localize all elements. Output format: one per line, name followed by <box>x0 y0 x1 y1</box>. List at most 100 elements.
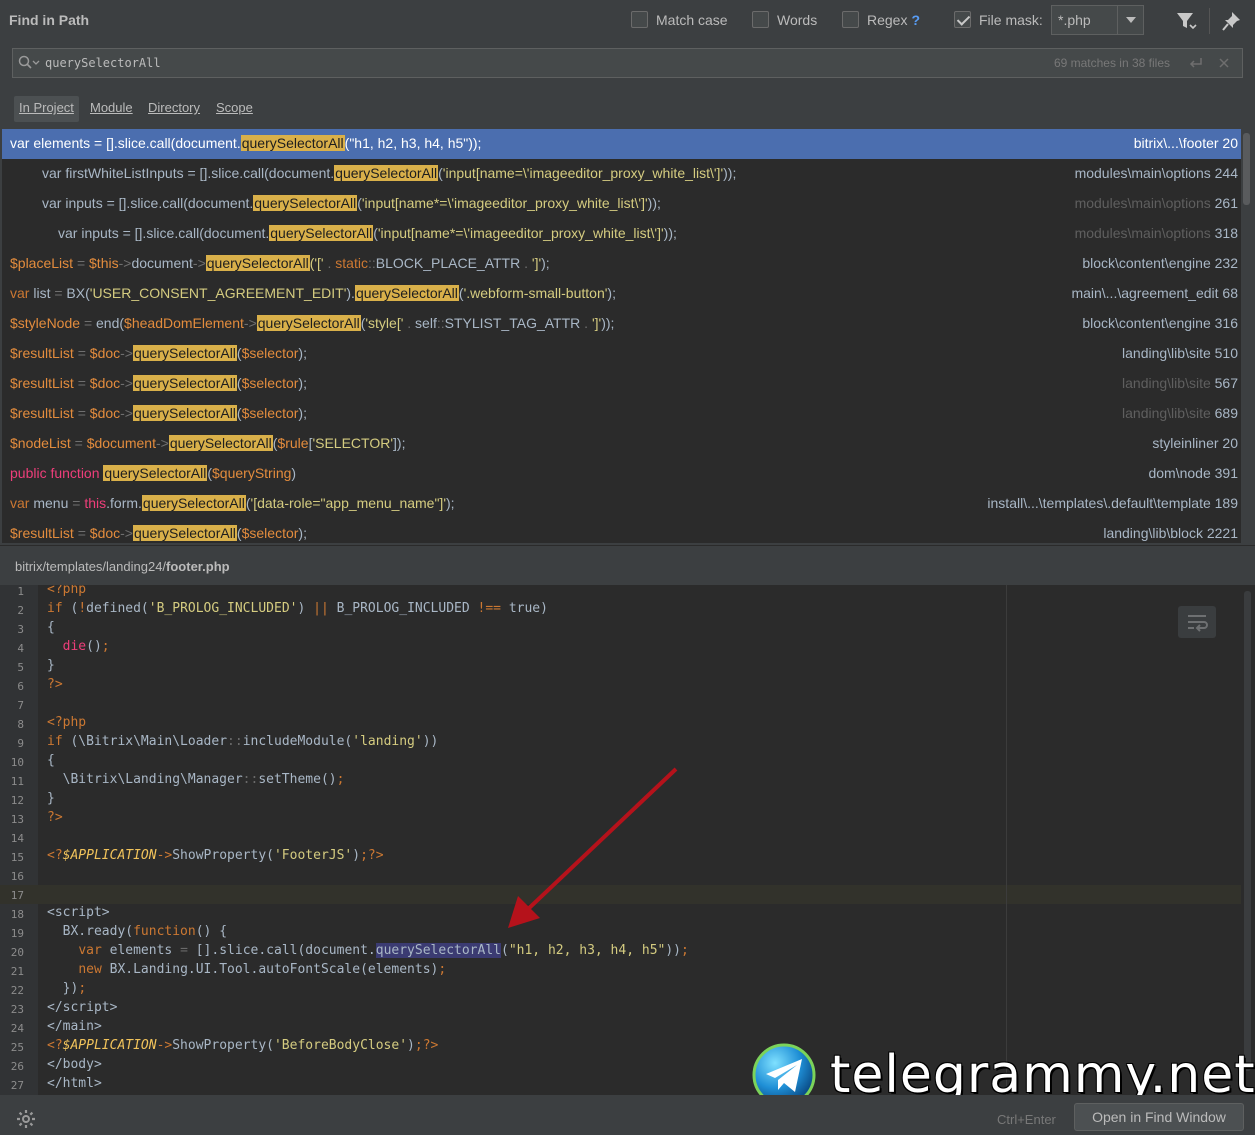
line-number: 20 <box>10 946 24 959</box>
regex-checkbox[interactable] <box>842 11 859 28</box>
result-row[interactable]: $resultList = $doc->querySelectorAll($se… <box>2 339 1241 369</box>
code-line: </main> <box>47 1019 102 1034</box>
result-path: bitrix\...\footer 20 <box>1133 135 1238 151</box>
result-row[interactable]: $resultList = $doc->querySelectorAll($se… <box>2 369 1241 399</box>
result-path: block\content\engine 316 <box>1082 315 1238 331</box>
result-row[interactable]: var firstWhiteListInputs = [].slice.call… <box>2 159 1241 189</box>
code-line: </script> <box>47 1000 118 1015</box>
regex-label: Regex? <box>867 11 921 28</box>
file-mask-select[interactable]: *.php <box>1051 5 1144 35</box>
line-number: 18 <box>10 908 24 921</box>
line-number: 27 <box>10 1079 24 1092</box>
code-line: } <box>47 791 55 806</box>
scope-in-project[interactable]: In Project <box>14 96 79 122</box>
code-line: ?> <box>47 810 63 825</box>
result-code: var elements = [].slice.call(document.qu… <box>10 135 482 151</box>
result-path: modules\main\options 261 <box>1074 195 1238 211</box>
regex-help-icon[interactable]: ? <box>911 12 920 28</box>
result-row[interactable]: var elements = [].slice.call(document.qu… <box>2 129 1241 159</box>
clear-icon[interactable] <box>1216 55 1232 71</box>
soft-wrap-button[interactable] <box>1178 606 1216 638</box>
scope-directory[interactable]: Directory <box>143 96 205 122</box>
filter-icon[interactable] <box>1175 10 1197 32</box>
code-line: if (!defined('B_PROLOG_INCLUDED') || B_P… <box>47 601 548 616</box>
code-line: { <box>47 753 55 768</box>
line-number: 2 <box>17 604 24 617</box>
result-code: $styleNode = end($headDomElement->queryS… <box>10 315 615 331</box>
result-code: $resultList = $doc->querySelectorAll($se… <box>10 525 307 541</box>
code-line: } <box>47 658 55 673</box>
result-code: var inputs = [].slice.call(document.quer… <box>58 225 677 241</box>
file-mask-option[interactable]: File mask: <box>954 11 1043 28</box>
line-number: 1 <box>17 585 24 598</box>
line-number: 10 <box>10 756 24 769</box>
result-code: var list = BX('USER_CONSENT_AGREEMENT_ED… <box>10 285 616 301</box>
match-case-checkbox[interactable] <box>631 11 648 28</box>
search-icon[interactable] <box>18 55 40 74</box>
scope-module[interactable]: Module <box>85 96 138 122</box>
code-line: <script> <box>47 905 110 920</box>
file-mask-checkbox[interactable] <box>954 11 971 28</box>
code-line: { <box>47 620 55 635</box>
words-option[interactable]: Words <box>752 11 817 28</box>
result-path: landing\lib\site 689 <box>1122 405 1238 421</box>
dialog-footer: Ctrl+Enter Open in Find Window <box>0 1095 1255 1135</box>
pin-icon[interactable] <box>1221 10 1243 32</box>
results-scrollbar-thumb[interactable] <box>1243 133 1250 205</box>
result-row[interactable]: $placeList = $this->document->querySelec… <box>2 249 1241 279</box>
open-in-find-window-button[interactable]: Open in Find Window <box>1074 1103 1244 1131</box>
editor-scrollbar-thumb[interactable] <box>1244 591 1251 1071</box>
line-number: 17 <box>10 889 24 902</box>
line-number: 14 <box>10 832 24 845</box>
scope-scope[interactable]: Scope <box>211 96 258 122</box>
result-row[interactable]: public function querySelectorAll($queryS… <box>2 459 1241 489</box>
result-row[interactable]: var list = BX('USER_CONSENT_AGREEMENT_ED… <box>2 279 1241 309</box>
line-number: 21 <box>10 965 24 978</box>
gear-icon[interactable] <box>16 1109 36 1132</box>
result-row[interactable]: var menu = this.form.querySelectorAll('[… <box>2 489 1241 519</box>
search-input[interactable]: querySelectorAll <box>45 56 161 70</box>
line-number: 9 <box>17 737 24 750</box>
code-line: if (\Bitrix\Main\Loader::includeModule('… <box>47 734 439 749</box>
code-line: <?php <box>47 715 87 730</box>
result-row[interactable]: $styleNode = end($headDomElement->queryS… <box>2 309 1241 339</box>
header-divider <box>1209 8 1210 34</box>
line-number: 7 <box>17 699 24 712</box>
line-number: 26 <box>10 1060 24 1073</box>
result-code: var menu = this.form.querySelectorAll('[… <box>10 495 455 511</box>
result-path: landing\lib\site 510 <box>1122 345 1238 361</box>
result-row[interactable]: $nodeList = $document->querySelectorAll(… <box>2 429 1241 459</box>
words-checkbox[interactable] <box>752 11 769 28</box>
code-line: ?> <box>47 677 63 692</box>
line-number: 4 <box>17 642 24 655</box>
result-row[interactable]: var inputs = [].slice.call(document.quer… <box>2 219 1241 249</box>
code-line: <?php <box>47 585 87 597</box>
result-path: dom\node 391 <box>1148 465 1238 481</box>
result-code: public function querySelectorAll($queryS… <box>10 465 297 481</box>
code-preview[interactable]: 1 2 3 4 5 6 7 8 9 10 11 12 13 14 15 16 1… <box>0 585 1255 1095</box>
code-line: \Bitrix\Landing\Manager::setTheme(); <box>47 772 345 787</box>
result-path: install\...\templates\.default\template … <box>987 495 1238 511</box>
line-number: 22 <box>10 984 24 997</box>
line-number: 6 <box>17 680 24 693</box>
regex-option[interactable]: Regex? <box>842 11 920 28</box>
code-line: var elements = [].slice.call(document.qu… <box>78 943 689 958</box>
chevron-down-icon[interactable] <box>1117 6 1143 34</box>
match-case-label: Match case <box>656 11 728 28</box>
result-row[interactable]: $resultList = $doc->querySelectorAll($se… <box>2 399 1241 429</box>
right-margin-guide <box>1006 585 1007 1095</box>
current-line-highlight <box>0 885 1241 904</box>
newline-icon[interactable] <box>1188 55 1204 71</box>
result-path: modules\main\options 318 <box>1074 225 1238 241</box>
line-number: 11 <box>10 775 24 788</box>
code-line: </body> <box>47 1057 102 1072</box>
line-number: 16 <box>10 870 24 883</box>
result-code: $resultList = $doc->querySelectorAll($se… <box>10 375 307 391</box>
results-list: var elements = [].slice.call(document.qu… <box>2 129 1241 543</box>
result-row[interactable]: $resultList = $doc->querySelectorAll($se… <box>2 519 1241 543</box>
match-case-option[interactable]: Match case <box>631 11 728 28</box>
result-path: modules\main\options 244 <box>1074 165 1238 181</box>
search-field[interactable]: querySelectorAll 69 matches in 38 files <box>12 48 1243 78</box>
result-code: $nodeList = $document->querySelectorAll(… <box>10 435 406 451</box>
result-row[interactable]: var inputs = [].slice.call(document.quer… <box>2 189 1241 219</box>
